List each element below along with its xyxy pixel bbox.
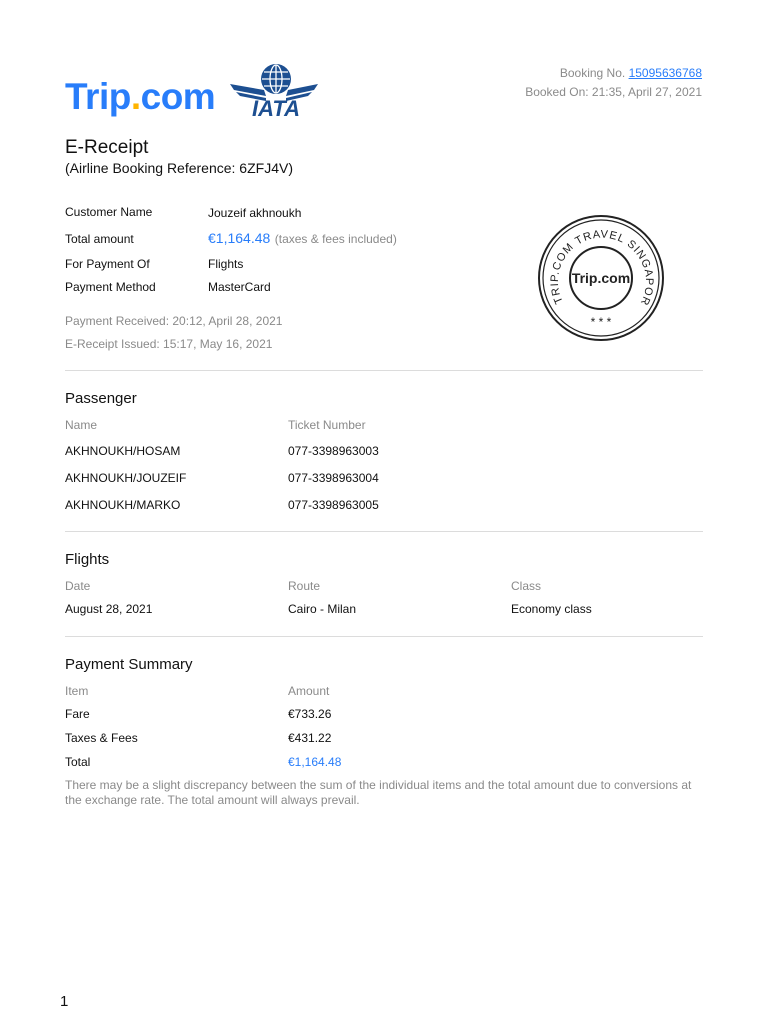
airline-reference: (Airline Booking Reference: 6ZFJ4V) — [65, 160, 293, 176]
col-item: Item — [65, 684, 89, 698]
col-class: Class — [511, 579, 542, 593]
col-name: Name — [65, 418, 98, 432]
flights-heading: Flights — [65, 551, 110, 568]
iata-logo: IATA — [230, 60, 318, 121]
flight-class: Economy class — [511, 602, 592, 616]
payment-for: Flights — [208, 257, 244, 271]
col-ticket: Ticket Number — [288, 418, 366, 432]
payment-item: Fare — [65, 707, 90, 721]
company-stamp: TRIP.COM TRAVEL SINGAPORE PTE.Trip.com* … — [533, 205, 665, 342]
customer-name: Jouzeif akhnoukh — [208, 206, 302, 220]
customer-label: Customer Name — [65, 205, 153, 219]
payment-amount: €733.26 — [288, 707, 332, 721]
divider — [65, 636, 703, 637]
ticket-number: 077-3398963004 — [288, 471, 379, 485]
col-route: Route — [288, 579, 321, 593]
svg-text:* * *: * * * — [591, 315, 612, 329]
divider — [65, 531, 703, 532]
total-note: (taxes & fees included) — [274, 232, 397, 246]
svg-text:IATA: IATA — [252, 96, 300, 118]
booking-no-label: Booking No. — [559, 66, 626, 80]
ticket-number: 077-3398963003 — [288, 444, 379, 458]
col-date: Date — [65, 579, 91, 593]
svg-text:Trip.com: Trip.com — [572, 270, 630, 286]
booked-on: Booked On: 21:35, April 27, 2021 — [525, 85, 702, 99]
payment-for-label: For Payment Of — [65, 257, 150, 271]
passenger-name: AKHNOUKH/MARKO — [65, 498, 181, 512]
passenger-heading: Passenger — [65, 390, 137, 407]
passenger-name: AKHNOUKH/JOUZEIF — [65, 471, 187, 485]
page-number: 1 — [60, 993, 69, 1010]
total-label: Total amount — [65, 232, 134, 246]
booking-info: Booking No. 15095636768 Booked On: 21:35… — [525, 64, 702, 102]
payment-item: Taxes & Fees — [65, 731, 138, 745]
payment-method: MasterCard — [208, 280, 271, 294]
discrepancy-note: There may be a slight discrepancy betwee… — [65, 778, 692, 807]
divider — [65, 370, 703, 371]
col-amount: Amount — [288, 684, 330, 698]
booking-number-link[interactable]: 15095636768 — [629, 66, 702, 80]
page-title: E-Receipt — [65, 137, 149, 158]
trip-logo: Trip.com — [65, 76, 216, 117]
payment-received: Payment Received: 20:12, April 28, 2021 — [65, 314, 283, 328]
payment-item: Total — [65, 755, 91, 769]
payment-total-amount: €1,164.48 — [288, 755, 342, 769]
payment-amount: €431.22 — [288, 731, 332, 745]
receipt-page: Trip.com IATA Booking No. 15095636768 Bo… — [0, 0, 768, 1024]
payment-heading: Payment Summary — [65, 656, 193, 673]
payment-method-label: Payment Method — [65, 280, 156, 294]
ticket-number: 077-3398963005 — [288, 498, 379, 512]
total-amount: €1,164.48 — [208, 230, 271, 246]
receipt-issued: E-Receipt Issued: 15:17, May 16, 2021 — [65, 337, 273, 351]
flight-date: August 28, 2021 — [65, 602, 153, 616]
passenger-name: AKHNOUKH/HOSAM — [65, 444, 181, 458]
flight-route: Cairo - Milan — [288, 602, 357, 616]
